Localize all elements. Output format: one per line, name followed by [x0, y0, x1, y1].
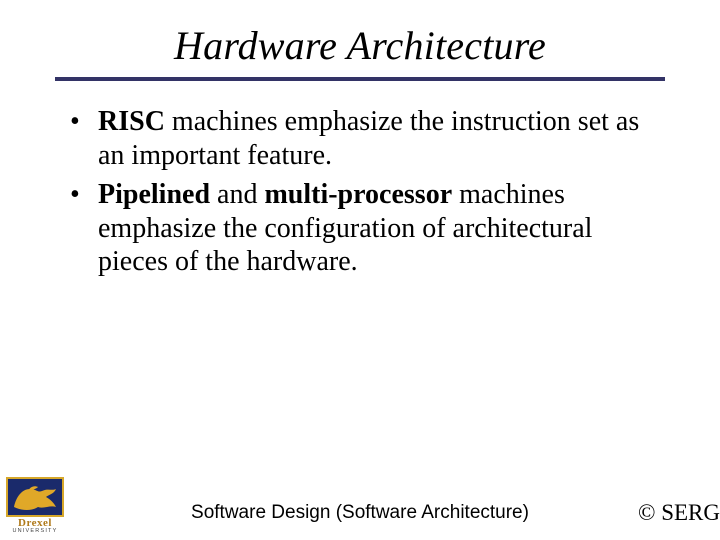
bullet-strong: multi-processor — [264, 179, 452, 210]
content-area: • RISC machines emphasize the instructio… — [0, 81, 720, 279]
bullet-mid: and — [210, 179, 264, 210]
bullet-text: Pipelined and multi-processor machines e… — [98, 178, 650, 279]
bullet-item: • RISC machines emphasize the instructio… — [70, 105, 650, 172]
bullet-rest: machines emphasize the instruction set a… — [98, 106, 639, 171]
bullet-marker: • — [70, 105, 98, 172]
slide-title: Hardware Architecture — [0, 0, 720, 77]
bullet-strong: RISC — [98, 106, 165, 137]
bullet-text: RISC machines emphasize the instruction … — [98, 105, 650, 172]
bullet-marker: • — [70, 178, 98, 279]
bullet-item: • Pipelined and multi-processor machines… — [70, 178, 650, 279]
logo-sublabel: UNIVERSITY — [6, 528, 64, 534]
footer-center-text: Software Design (Software Architecture) — [0, 502, 720, 524]
bullet-strong: Pipelined — [98, 179, 210, 210]
footer-copyright: © SERG — [638, 500, 720, 526]
slide: Hardware Architecture • RISC machines em… — [0, 0, 720, 540]
